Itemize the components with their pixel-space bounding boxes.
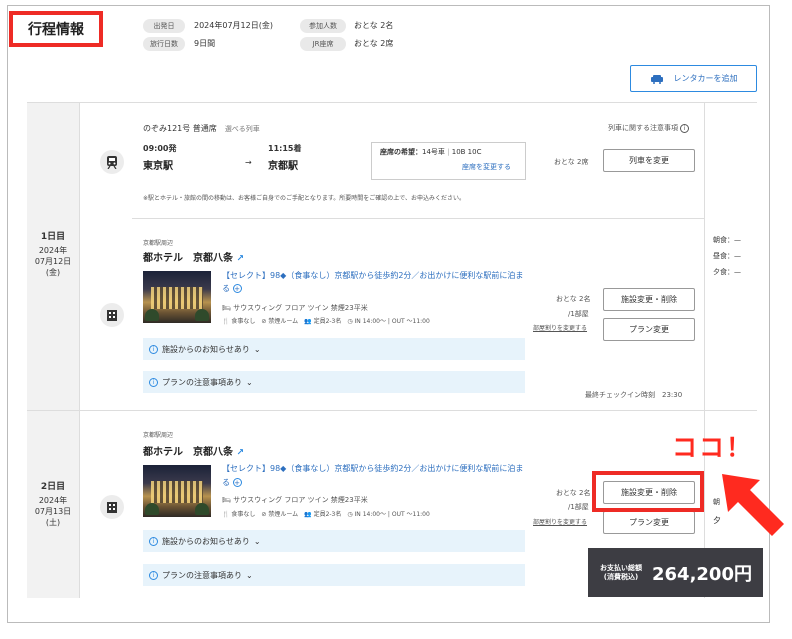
departure-value: 2024年07月12日(金) (194, 21, 273, 30)
day2-meal-partial: 朝 (713, 498, 720, 506)
highlight-box (592, 471, 704, 512)
train-notice-link[interactable]: 列車に関する注意事項 i (608, 123, 690, 133)
train-pax: おとな 2席 (554, 158, 589, 166)
plus-circle-icon: + (232, 478, 242, 487)
jr-seat-label: JR座席 (300, 37, 346, 51)
plan-link-cont[interactable]: る + (222, 283, 242, 294)
participants-value: おとな 2名 (354, 21, 394, 30)
hotel-photo (143, 465, 211, 517)
seat-change-link[interactable]: 座席を変更する (462, 162, 511, 172)
meal-column-border (704, 103, 705, 598)
info-icon: i (149, 570, 158, 580)
external-link-icon: ↗ (236, 448, 245, 458)
facility-change-button[interactable]: 施設変更・削除 (603, 288, 695, 311)
page-title: 行程情報 (9, 11, 103, 47)
day2-label: 2日目 2024年 07月13日 (土) (34, 482, 72, 527)
day-divider (27, 410, 757, 411)
plan-change-button[interactable]: プラン変更 (603, 318, 695, 341)
arrival-time: 11:15着 (268, 144, 302, 153)
participants-label: 参加人数 (300, 19, 346, 33)
rental-button-label: レンタカーを追加 (673, 74, 738, 83)
route-arrow: → (245, 158, 252, 167)
departure-station: 東京駅 (143, 161, 173, 172)
facility-notice[interactable]: i 施設からのお知らせあり ⌄ (143, 530, 525, 552)
arrival-station: 京都駅 (268, 161, 298, 172)
plan-link[interactable]: 【セレクト】98◆（食事なし）京都駅から徒歩約2分／お出かけに便利な駅前に泊ま (222, 463, 523, 474)
room-features: 🍴 食事なし ⊘ 禁煙ルーム 👥 定員2-3名 ◷ IN 14:00〜 | OU… (222, 511, 430, 518)
train-hotel-divider (132, 218, 704, 219)
day-column-border (79, 103, 80, 598)
payment-label: お支払い総額 (消費税込) (600, 563, 642, 581)
hotel-icon (100, 495, 124, 519)
chevron-down-icon: ⌄ (253, 536, 261, 546)
last-checkin: 最終チェックイン時刻 23:30 (585, 391, 683, 399)
days-label: 旅行日数 (143, 37, 185, 51)
table-top-border (27, 102, 757, 103)
payment-amount: 264,200円 (652, 563, 752, 585)
train-name: のぞみ121号 普通席 選べる列車 (143, 124, 260, 133)
callout-text: ココ！ (672, 433, 754, 462)
plan-notice[interactable]: i プランの注意事項あり ⌄ (143, 371, 525, 393)
payment-total-box: お支払い総額 (消費税込) 264,200円 (588, 548, 763, 597)
plus-circle-icon: + (232, 284, 242, 293)
room-type: 🛏 サウスウィング フロア ツイン 禁煙23平米 (222, 496, 368, 504)
room-assign-link[interactable]: 部屋割りを変更する (533, 323, 587, 332)
days-value: 9日間 (194, 39, 216, 48)
change-train-button[interactable]: 列車を変更 (603, 149, 695, 172)
info-icon: i (680, 124, 690, 133)
per-room: /1部屋 (568, 310, 589, 318)
hotel-name[interactable]: 都ホテル 京都八条 ↗ (143, 443, 244, 458)
info-icon: i (149, 344, 158, 354)
info-icon: i (149, 377, 158, 387)
day1-meals: 朝食：— 昼食：— 夕食：— (713, 236, 741, 276)
plan-link[interactable]: 【セレクト】98◆（食事なし）京都駅から徒歩約2分／お出かけに便利な駅前に泊ま (222, 270, 523, 281)
hotel-icon (100, 303, 124, 327)
chevron-down-icon: ⌄ (253, 344, 261, 354)
hotel-area: 京都駅周辺 (143, 240, 174, 247)
hotel-photo (143, 271, 211, 323)
pointer-arrow-icon (722, 474, 784, 536)
train-icon (100, 150, 124, 174)
add-rental-car-button[interactable]: レンタカーを追加 (630, 65, 757, 92)
plan-change-button[interactable]: プラン変更 (603, 511, 695, 534)
day1-label: 1日目 2024年 07月12日 (金) (34, 232, 72, 277)
chevron-down-icon: ⌄ (246, 570, 253, 580)
facility-notice[interactable]: i 施設からのお知らせあり ⌄ (143, 338, 525, 360)
info-icon: i (149, 536, 158, 546)
hotel-pax: おとな 2名 (556, 489, 591, 497)
chevron-down-icon: ⌄ (246, 377, 253, 387)
hotel-area: 京都駅周辺 (143, 432, 174, 439)
train-note: ※駅とホテル・旅館の間の移動は、お客様ご自身でのご手配となります。所要時間をご確… (143, 195, 466, 202)
external-link-icon: ↗ (236, 254, 245, 264)
departure-label: 出発日 (143, 19, 185, 33)
hotel-name[interactable]: 都ホテル 京都八条 ↗ (143, 249, 244, 264)
room-type: 🛏 サウスウィング フロア ツイン 禁煙23平米 (222, 304, 368, 312)
jr-seat-value: おとな 2席 (354, 39, 394, 48)
car-icon (650, 74, 663, 84)
departure-time: 09:00発 (143, 144, 177, 153)
per-room: /1部屋 (568, 503, 589, 511)
hotel-pax: おとな 2名 (556, 295, 591, 303)
room-features: 🍴 食事なし ⊘ 禁煙ルーム 👥 定員2-3名 ◷ IN 14:00〜 | OU… (222, 318, 430, 325)
plan-link-cont[interactable]: る + (222, 477, 242, 488)
plan-notice[interactable]: i プランの注意事項あり ⌄ (143, 564, 525, 586)
room-assign-link[interactable]: 部屋割りを変更する (533, 517, 587, 526)
seat-preference: 座席の希望：14号車 | 10B 10C (380, 148, 482, 156)
